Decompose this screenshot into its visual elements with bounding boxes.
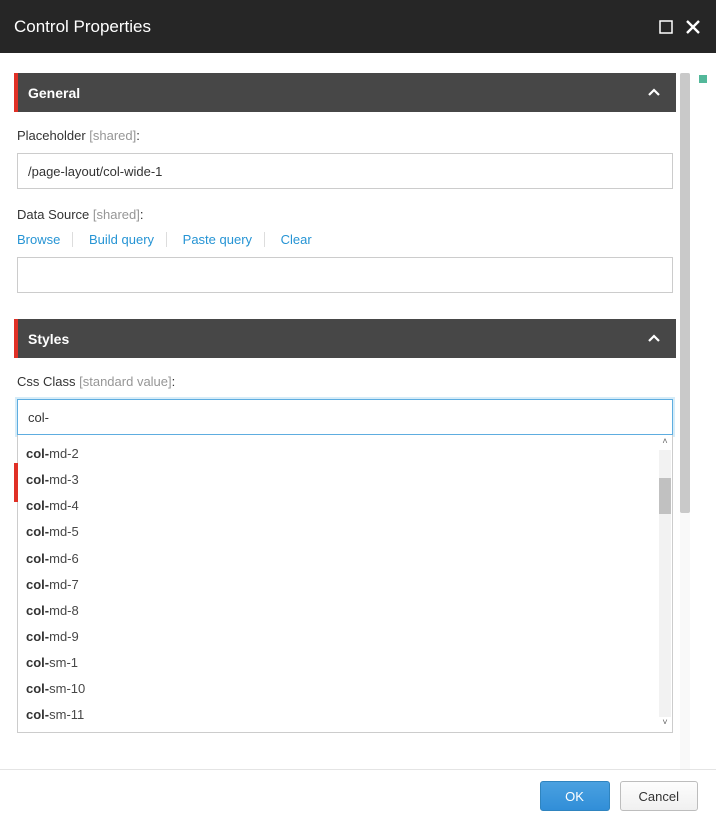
maximize-icon[interactable] bbox=[658, 19, 674, 35]
close-icon[interactable] bbox=[684, 18, 702, 36]
titlebar-buttons bbox=[658, 18, 702, 36]
cssclass-autocomplete-dropdown: col-md-2col-md-3col-md-4col-md-5col-md-6… bbox=[17, 435, 673, 733]
section-general-body: Placeholder [shared]: Data Source [share… bbox=[14, 112, 676, 297]
datasource-label: Data Source [shared]: bbox=[17, 207, 673, 222]
autocomplete-option[interactable]: col-md-4 bbox=[18, 493, 658, 519]
autocomplete-option[interactable]: col-md-7 bbox=[18, 572, 658, 598]
autocomplete-option[interactable]: col-md-5 bbox=[18, 519, 658, 545]
dropdown-scrollbar-track[interactable] bbox=[659, 450, 671, 717]
dropdown-scrollbar-thumb[interactable] bbox=[659, 478, 671, 514]
datasource-link-row: Browse Build query Paste query Clear bbox=[17, 232, 673, 247]
cancel-button[interactable]: Cancel bbox=[620, 781, 698, 811]
scroll-area: General Placeholder [shared]: Data Sourc… bbox=[14, 73, 676, 769]
status-indicator bbox=[699, 75, 707, 83]
autocomplete-list: col-md-2col-md-3col-md-4col-md-5col-md-6… bbox=[18, 435, 658, 732]
paste-query-link[interactable]: Paste query bbox=[171, 232, 265, 247]
cssclass-label: Css Class [standard value]: bbox=[17, 374, 673, 389]
autocomplete-option[interactable]: col-sm-1 bbox=[18, 650, 658, 676]
section-collapsed-indicator bbox=[14, 463, 18, 502]
clear-link[interactable]: Clear bbox=[269, 232, 324, 247]
section-general: General Placeholder [shared]: Data Sourc… bbox=[14, 73, 676, 297]
section-styles-body: Css Class [standard value]: col-md-2col-… bbox=[14, 358, 676, 737]
section-general-title: General bbox=[18, 85, 80, 101]
chevron-up-icon bbox=[646, 331, 662, 347]
autocomplete-option[interactable]: col-sm-10 bbox=[18, 676, 658, 702]
section-general-header[interactable]: General bbox=[14, 73, 676, 112]
section-styles-header[interactable]: Styles bbox=[14, 319, 676, 358]
chevron-up-icon bbox=[646, 85, 662, 101]
ok-button[interactable]: OK bbox=[540, 781, 610, 811]
placeholder-input[interactable] bbox=[17, 153, 673, 189]
placeholder-label: Placeholder [shared]: bbox=[17, 128, 673, 143]
datasource-input[interactable] bbox=[17, 257, 673, 293]
section-styles: Styles Css Class [standard value]: col-m… bbox=[14, 319, 676, 737]
autocomplete-option[interactable]: col-md-3 bbox=[18, 467, 658, 493]
dialog-footer: OK Cancel bbox=[0, 769, 716, 822]
window-title: Control Properties bbox=[14, 17, 658, 37]
cssclass-input[interactable] bbox=[17, 399, 673, 435]
dialog-body: General Placeholder [shared]: Data Sourc… bbox=[0, 53, 716, 769]
autocomplete-option[interactable]: col-md-2 bbox=[18, 441, 658, 467]
browse-link[interactable]: Browse bbox=[17, 232, 73, 247]
autocomplete-option[interactable]: col-md-8 bbox=[18, 598, 658, 624]
autocomplete-option[interactable]: col-md-6 bbox=[18, 546, 658, 572]
body-scrollbar-track[interactable] bbox=[680, 73, 690, 769]
dropdown-scroll-down-icon[interactable]: ˅ bbox=[659, 717, 671, 731]
section-styles-title: Styles bbox=[18, 331, 69, 347]
autocomplete-option[interactable]: col-sm-11 bbox=[18, 702, 658, 728]
dropdown-scroll-up-icon[interactable]: ˄ bbox=[659, 436, 671, 450]
body-scrollbar-thumb[interactable] bbox=[680, 73, 690, 513]
autocomplete-option[interactable]: col-sm-12 bbox=[18, 729, 658, 732]
autocomplete-option[interactable]: col-md-9 bbox=[18, 624, 658, 650]
build-query-link[interactable]: Build query bbox=[77, 232, 167, 247]
titlebar: Control Properties bbox=[0, 0, 716, 53]
